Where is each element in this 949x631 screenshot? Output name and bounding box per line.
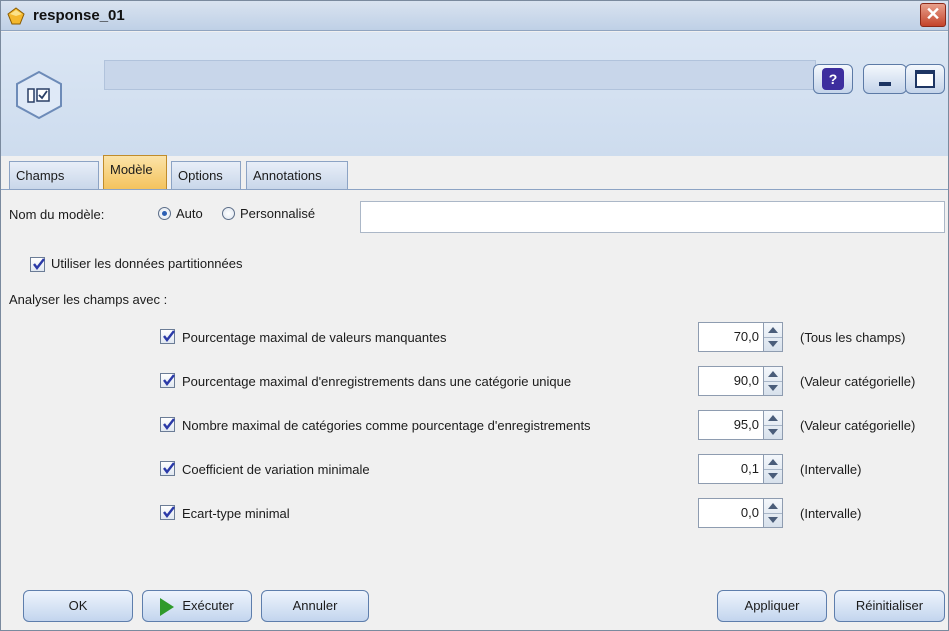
model-panel: Nom du modèle: Auto Personnalisé Utilise… [1,190,948,586]
checkmark-icon [163,418,175,430]
min-variation-value[interactable]: 0,1 [698,454,764,484]
tab-modele[interactable]: Modèle [103,155,167,189]
arrow-down-icon [768,473,778,479]
custom-model-name-input[interactable] [360,201,945,233]
stepper-arrows[interactable] [764,322,783,352]
arrow-up-icon [768,415,778,421]
stepper-arrows[interactable] [764,498,783,528]
arrow-down-icon [768,429,778,435]
arrow-up-icon [768,503,778,509]
max-missing-checkbox[interactable] [160,329,175,344]
close-button[interactable]: ✕ [920,3,946,27]
header-banner [104,60,816,90]
dialog-footer: OK Exécuter Annuler Appliquer Réinitiali… [1,586,948,630]
min-stddev-checkbox[interactable] [160,505,175,520]
max-missing-scope: (Tous les champs) [800,330,906,345]
max-categories-stepper[interactable]: 95,0 [698,410,784,440]
window-title: response_01 [33,7,125,24]
checkmark-icon [163,374,175,386]
max-missing-value[interactable]: 70,0 [698,322,764,352]
minimize-button[interactable] [863,64,907,94]
arrow-down-icon [768,341,778,347]
run-button-label: Exécuter [182,598,234,613]
min-stddev-scope: (Intervalle) [800,506,862,521]
radio-auto-label: Auto [176,206,203,221]
maximize-button[interactable] [905,64,945,94]
radio-auto[interactable] [158,207,171,220]
min-variation-stepper[interactable]: 0,1 [698,454,784,484]
max-single-category-stepper[interactable]: 90,0 [698,366,784,396]
min-stddev-value[interactable]: 0,0 [698,498,764,528]
data-audit-node-icon [16,70,62,120]
checkmark-icon [163,330,175,342]
stepper-arrows[interactable] [764,410,783,440]
title-bar: response_01 ✕ [1,1,948,31]
max-categories-value[interactable]: 95,0 [698,410,764,440]
arrow-down-icon [768,517,778,523]
max-categories-label: Nombre maximal de catégories comme pourc… [182,418,591,433]
tab-options[interactable]: Options [171,161,241,189]
max-single-category-scope: (Valeur catégorielle) [800,374,916,389]
node-diamond-icon [7,7,25,25]
tab-champs[interactable]: Champs [9,161,99,189]
arrow-down-icon [768,385,778,391]
checkmark-icon [163,506,175,518]
close-icon: ✕ [925,4,941,24]
min-variation-label: Coefficient de variation minimale [182,462,370,477]
min-variation-checkbox[interactable] [160,461,175,476]
model-name-label: Nom du modèle: [9,207,105,222]
max-single-category-value[interactable]: 90,0 [698,366,764,396]
stepper-arrows[interactable] [764,454,783,484]
apply-button[interactable]: Appliquer [717,590,827,622]
run-button[interactable]: Exécuter [142,590,252,622]
min-stddev-label: Ecart-type minimal [182,506,290,521]
reset-button[interactable]: Réinitialiser [834,590,945,622]
stepper-arrows[interactable] [764,366,783,396]
checkmark-icon [33,258,45,270]
play-icon [160,597,175,616]
max-single-category-checkbox[interactable] [160,373,175,388]
radio-custom-label: Personnalisé [240,206,316,221]
max-single-category-label: Pourcentage maximal d'enregistrements da… [182,374,572,389]
arrow-up-icon [768,459,778,465]
dialog-header: ? [1,32,948,156]
max-categories-checkbox[interactable] [160,417,175,432]
dialog-window: response_01 ✕ ? Champs Modèle Options An… [0,0,949,631]
ok-button[interactable]: OK [23,590,133,622]
radio-custom[interactable] [222,207,235,220]
max-missing-label: Pourcentage maximal de valeurs manquante… [182,330,447,345]
max-missing-stepper[interactable]: 70,0 [698,322,784,352]
help-button[interactable]: ? [813,64,853,94]
maximize-icon [915,70,935,88]
use-partitioned-checkbox[interactable] [30,257,45,272]
minimize-icon [879,82,891,86]
analyse-fields-label: Analyser les champs avec : [9,292,168,307]
help-icon: ? [822,68,844,90]
min-variation-scope: (Intervalle) [800,462,862,477]
cancel-button[interactable]: Annuler [261,590,369,622]
min-stddev-stepper[interactable]: 0,0 [698,498,784,528]
tab-annotations[interactable]: Annotations [246,161,348,189]
checkmark-icon [163,462,175,474]
arrow-up-icon [768,371,778,377]
max-categories-scope: (Valeur catégorielle) [800,418,916,433]
use-partitioned-label: Utiliser les données partitionnées [51,256,243,271]
arrow-up-icon [768,327,778,333]
